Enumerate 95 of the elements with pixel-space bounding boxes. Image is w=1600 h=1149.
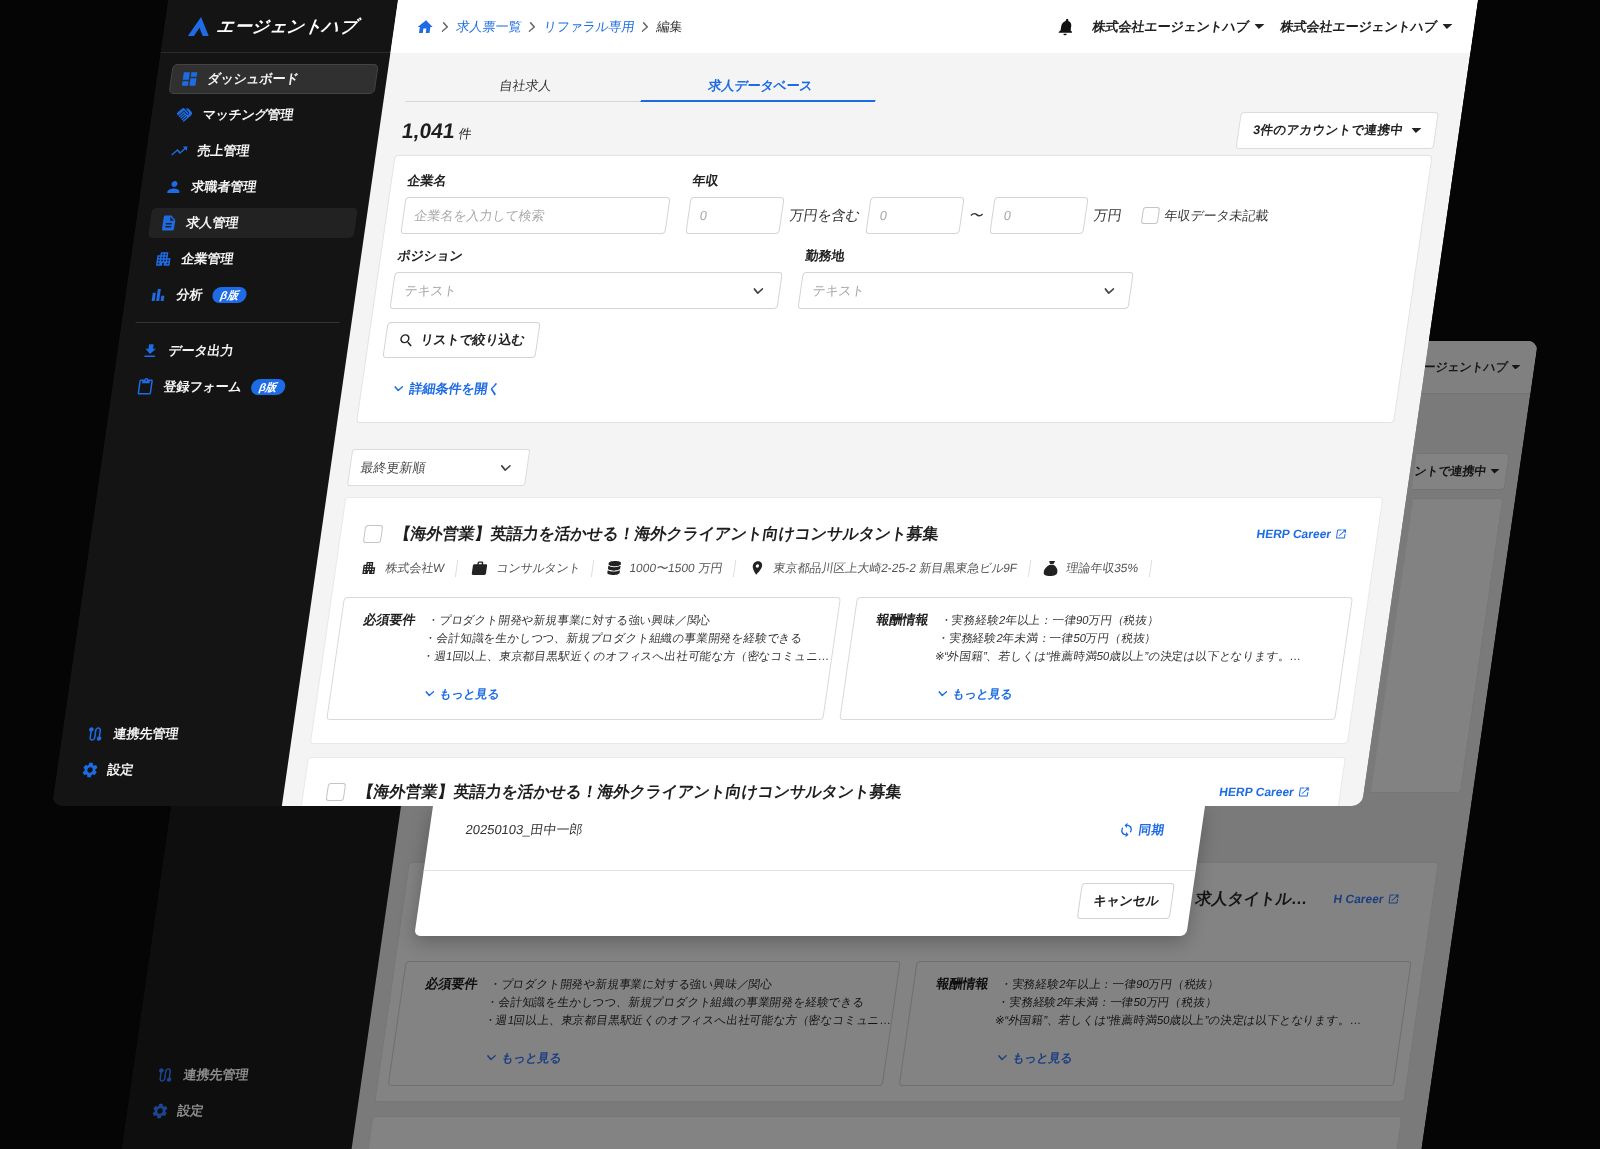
field-label: 年収 <box>691 172 722 190</box>
field-label: ポジション <box>395 247 465 265</box>
source-link[interactable]: HERP Career <box>1255 527 1349 541</box>
company-search-field[interactable]: 企業名を入力して検索 <box>400 197 671 234</box>
caret-down-icon <box>1489 469 1500 474</box>
job-title: 【海外営業】英語力を活かせる！海外クライアント向けコンサルタント募集 <box>393 523 941 544</box>
unit-label: 万円 <box>1092 206 1124 225</box>
more-link[interactable]: もっと見る <box>423 685 502 703</box>
bullet-line: ・週1回以上、東京都目黒駅近くのオフィスへ出社可能な方（密なコミュニ… <box>421 649 827 664</box>
checkbox[interactable] <box>325 783 347 801</box>
salary-from-field[interactable]: 0 <box>865 197 965 234</box>
sort-select[interactable]: 最終更新順 <box>346 449 531 486</box>
section-label: 必須要件 <box>361 611 417 629</box>
nav-item[interactable]: 連携先管理 <box>144 1060 355 1090</box>
nav-item[interactable]: 求職者管理 <box>152 172 364 202</box>
bullet-line: ・会計知識を生かしつつ、新規プロダクト組織の事業開発を経験できる <box>485 995 867 1010</box>
chevron-down-icon <box>937 691 947 697</box>
section-label: 報酬情報 <box>874 611 930 629</box>
nav-item[interactable]: 登録フォーム β版 <box>124 372 335 402</box>
nav-item[interactable]: 連携先管理 <box>74 719 285 749</box>
job-title: 求人タイトル… <box>1194 888 1310 909</box>
filter-button[interactable]: リストで絞り込む <box>382 322 541 358</box>
cancel-button[interactable]: キャンセル <box>1076 883 1175 919</box>
more-link[interactable]: もっと見る <box>936 685 1014 703</box>
chevron-right-icon <box>441 21 449 32</box>
nav-item[interactable]: 求人管理 <box>147 208 359 238</box>
beta-badge: β版 <box>211 287 248 303</box>
nav-item[interactable]: マッチング管理 <box>163 100 374 130</box>
chevron-down-icon <box>500 464 512 471</box>
chevron-down-icon <box>1103 287 1115 294</box>
account-sync-button[interactable]: ントで連携中 <box>1411 453 1510 490</box>
source-link[interactable]: HERP Career <box>1218 785 1311 799</box>
unit-label: 万円を含む <box>788 206 862 225</box>
nav-item[interactable]: 企業管理 <box>142 244 353 274</box>
breadcrumb-link[interactable]: 求人票一覧 <box>454 17 523 36</box>
external-link-icon <box>1297 786 1311 798</box>
bullet-line: ・実務経験2年以上：一律90万円（税抜） <box>999 977 1222 992</box>
caret-down-icon <box>1253 24 1265 29</box>
result-count: 1,041 件 <box>399 118 474 143</box>
chevron-down-icon <box>393 386 404 392</box>
account-menu[interactable]: 株式会社エージェントハブ <box>1278 17 1454 36</box>
nav-item[interactable]: 分析 β版 <box>137 280 348 310</box>
breadcrumb-current: 編集 <box>654 17 684 36</box>
dashboard-icon <box>179 70 200 88</box>
salary-min-field[interactable]: 0 <box>685 197 785 234</box>
checkbox[interactable] <box>362 525 384 543</box>
bullet-line: ・会計知識を生かしつつ、新規プロダクト組織の事業開発を経験できる <box>423 631 805 646</box>
meta-text: 株式会社W <box>383 559 446 577</box>
bullet-line: ※“外国籍”、若しくは“推薦時満50歳以上”の決定は以下となります。… <box>993 1013 1364 1028</box>
chevron-right-icon <box>528 21 536 32</box>
bullet-line: ・実務経験2年未満：一律50万円（税抜） <box>936 631 1159 646</box>
money-bag-icon <box>1043 560 1060 576</box>
bullet-line: ・プロダクト開発や新規事業に対する強い興味／関心 <box>488 977 775 992</box>
handshake-icon <box>174 106 195 124</box>
job-title: 【海外営業】英語力を活かせる！海外クライアント向けコンサルタント募集 <box>356 781 904 802</box>
chevron-down-icon <box>424 691 435 697</box>
range-separator: 〜 <box>968 206 986 225</box>
field-label: 企業名 <box>406 172 450 190</box>
field-label: 勤務地 <box>803 247 847 265</box>
advanced-filter-link[interactable]: 詳細条件を開く <box>376 380 503 398</box>
sync-button[interactable]: 同期 <box>1117 821 1166 839</box>
chevron-down-icon <box>997 1055 1008 1061</box>
breadcrumb-link[interactable]: リファラル専用 <box>541 17 636 36</box>
caret-down-icon <box>1510 364 1521 370</box>
meta-text: 理論年収35% <box>1065 559 1140 577</box>
section-label: 必須要件 <box>423 975 479 993</box>
nav-item[interactable]: データ出力 <box>129 336 340 366</box>
bullet-line: ・プロダクト開発や新規事業に対する強い興味／関心 <box>426 613 713 628</box>
bullet-line: ・実務経験2年未満：一律50万円（税抜） <box>996 995 1219 1010</box>
nav-item[interactable]: 設定 <box>68 755 280 785</box>
caret-down-icon <box>1410 128 1422 133</box>
external-link-icon <box>1386 893 1401 905</box>
briefcase-icon <box>470 559 490 577</box>
database-icon <box>606 561 623 575</box>
salary-to-field[interactable]: 0 <box>989 197 1089 234</box>
external-link-icon <box>1334 528 1348 540</box>
record-name: 20250103_田中一郎 <box>464 821 584 839</box>
meta-text: コンサルタント <box>495 559 582 577</box>
checkbox-label: 年収データ未記載 <box>1163 206 1271 225</box>
meta-text: 東京都品川区上大崎2-25-2 新目黒東急ビル9F <box>772 559 1019 577</box>
bullet-line: ※“外国籍”、若しくは“推薦時満50歳以上”の決定は以下となります。… <box>933 649 1304 664</box>
caret-down-icon <box>1441 24 1453 29</box>
nav-item[interactable]: ダッシュボード <box>168 64 379 94</box>
checkbox[interactable] <box>1140 207 1161 224</box>
chevron-right-icon <box>641 21 649 32</box>
beta-badge: β版 <box>250 379 287 395</box>
nav-item[interactable]: 設定 <box>138 1096 350 1126</box>
chevron-down-icon <box>486 1055 497 1061</box>
nav-item[interactable]: 売上管理 <box>158 136 369 166</box>
section-label: 報酬情報 <box>934 975 990 993</box>
account-menu[interactable]: 株式会社エージェントハブ <box>1090 17 1266 36</box>
account-sync-button[interactable]: 3件のアカウントで連携中 <box>1235 112 1439 149</box>
chevron-down-icon <box>752 287 764 294</box>
bullet-line: ・実務経験2年以上：一律90万円（税抜） <box>938 613 1162 628</box>
meta-text: 1000〜1500 万円 <box>628 559 724 577</box>
